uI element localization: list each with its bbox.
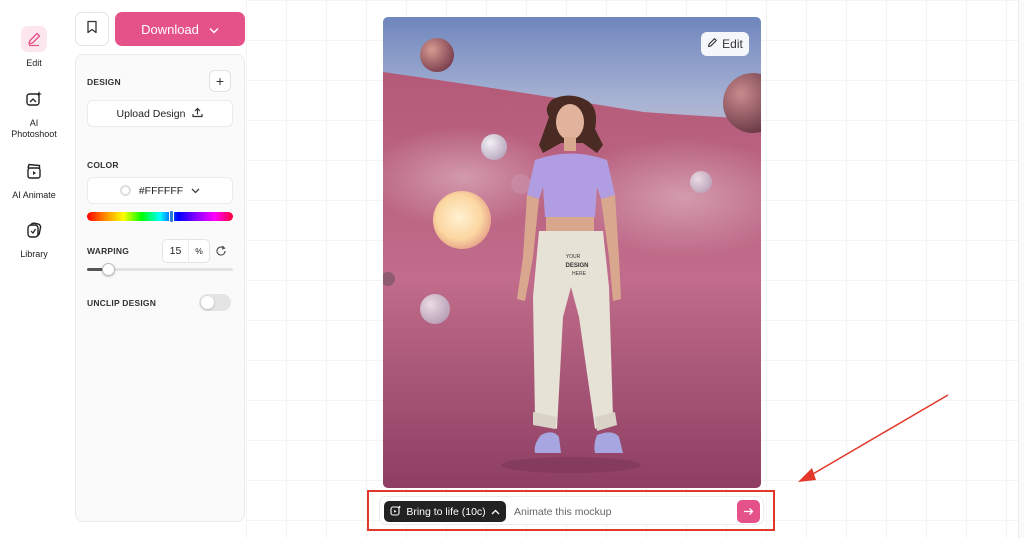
unclip-design-label: UNCLIP DESIGN [87,298,157,308]
annotation-arrow [798,394,949,482]
nav-item-ai-photoshoot[interactable]: AI Photoshoot [0,86,68,140]
toggle-knob [201,296,214,309]
bring-to-life-button[interactable]: Bring to life (10c) [384,501,506,522]
upload-design-label: Upload Design [116,107,186,120]
nav-item-label: Library [20,249,48,259]
nav-item-library[interactable]: Library [0,217,68,260]
arrow-right-icon [743,503,754,521]
left-nav-rail: Edit AI Photoshoot AI Animate Library [0,0,68,538]
animate-prompt-input[interactable] [514,501,729,522]
animate-icon [390,505,402,519]
color-value: #FFFFFF [138,184,184,197]
add-design-button[interactable]: + [209,70,231,92]
download-button[interactable]: Download [115,12,245,46]
nav-item-edit[interactable]: Edit [0,26,68,69]
pencil-icon [21,26,47,52]
nav-item-label: AI Animate [12,190,56,200]
warping-slider-handle[interactable] [102,263,116,276]
send-button[interactable] [737,500,760,523]
animate-prompt-bar: Bring to life (10c) [379,496,764,525]
mockup-scene: YOUR DESIGN HERE [383,17,761,488]
pencil-icon [707,37,718,51]
color-swatch [119,185,131,196]
shirt-print-line-2: DESIGN [565,263,588,269]
chevron-down-icon [209,22,219,37]
chevron-down-icon [191,185,200,197]
design-settings-panel: DESIGN + Upload Design COLOR #FFFFFF WAR… [75,54,245,522]
mockup-preview-image: YOUR DESIGN HERE Edit [383,17,761,488]
nav-item-label: Edit [26,58,42,68]
hue-slider-handle[interactable] [169,210,174,223]
warping-unit: % [195,246,203,256]
shirt-print-line-1: YOUR [566,254,581,260]
ai-photo-icon [21,86,47,112]
nav-item-label: AI Photoshoot [11,118,57,139]
library-icon [21,217,47,243]
upload-icon [192,107,204,121]
warping-label: WARPING [87,246,130,256]
design-section-label: DESIGN [87,77,121,87]
color-section-label: COLOR [87,160,119,170]
bookmark-button[interactable] [75,12,109,46]
right-panel-edge [1018,0,1024,538]
bookmark-icon [86,20,98,39]
chevron-up-icon [491,506,500,518]
plus-icon: + [215,73,225,89]
hue-slider[interactable] [87,212,233,221]
upload-design-button[interactable]: Upload Design [87,100,233,127]
download-label: Download [141,21,199,37]
color-select[interactable]: #FFFFFF [87,177,233,204]
unclip-design-toggle[interactable] [199,294,231,311]
shirt-print-line-3: HERE [572,271,587,277]
edit-label: Edit [722,37,743,51]
nav-item-ai-animate[interactable]: AI Animate [0,158,68,201]
bring-to-life-label: Bring to life (10c) [406,505,486,518]
warping-value: 15 [163,239,189,263]
edit-image-button[interactable]: Edit [701,32,749,56]
clapper-icon [21,158,47,184]
warping-input[interactable]: 15 % [162,239,210,263]
reset-icon[interactable] [214,244,228,258]
